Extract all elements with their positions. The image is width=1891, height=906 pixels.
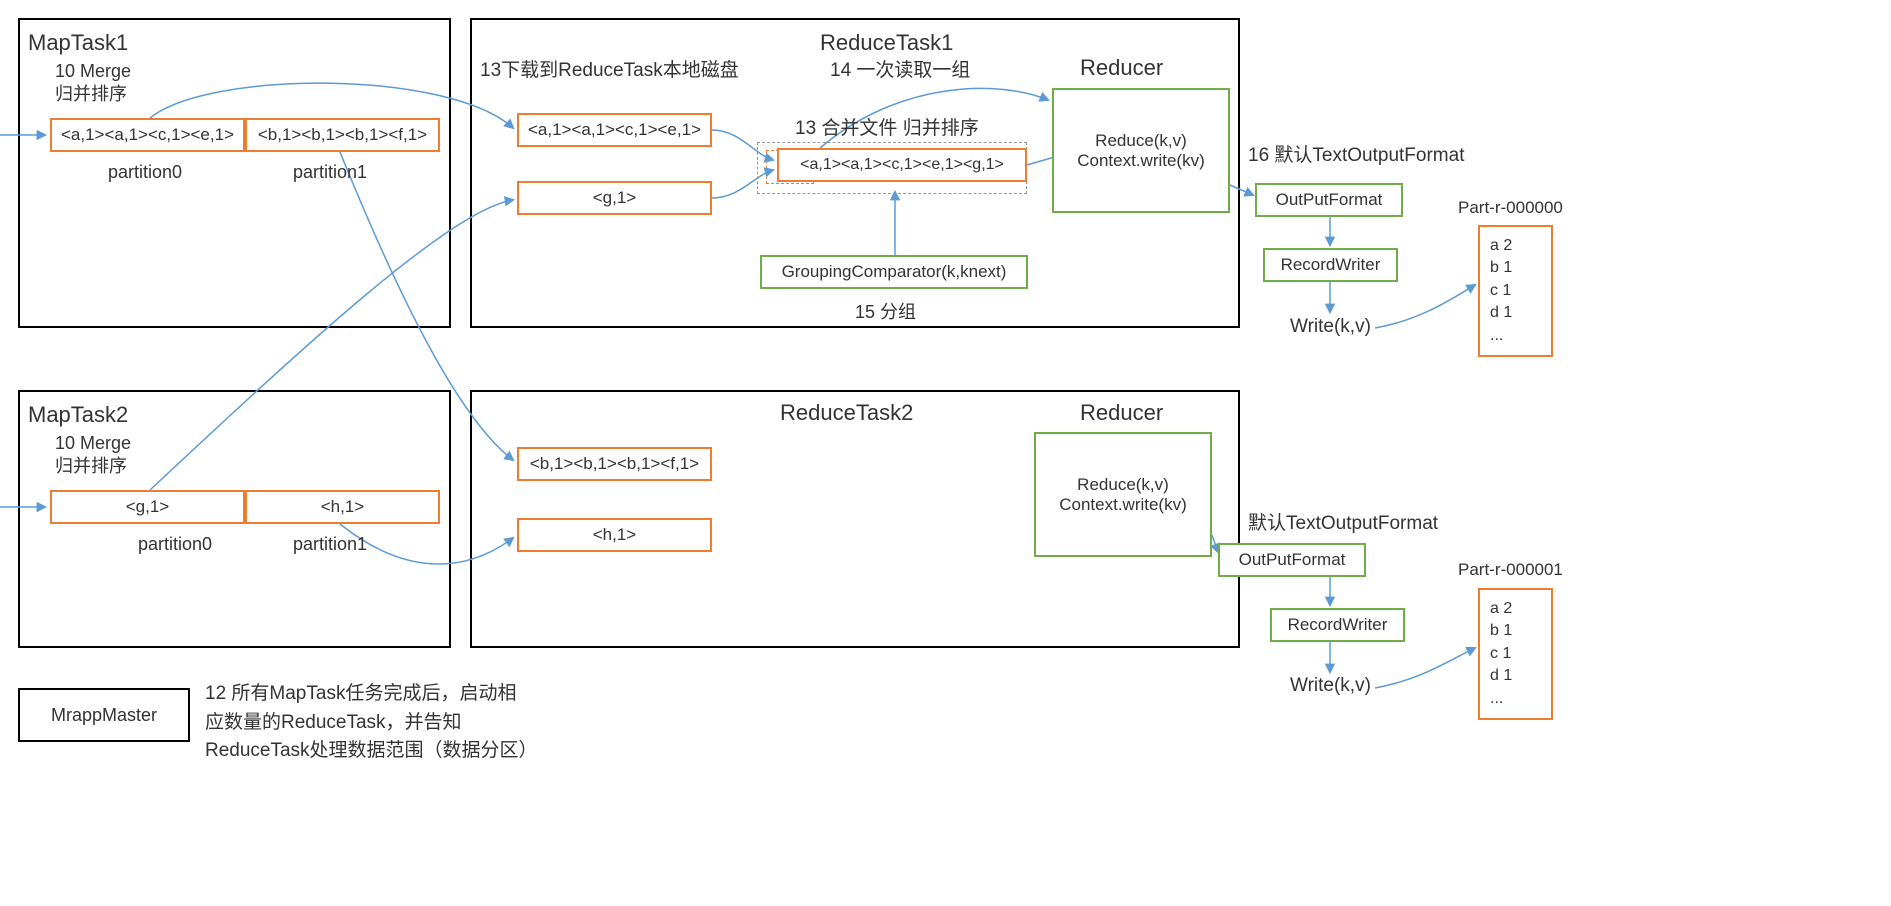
output-format-label-1: 16 默认TextOutputFormat xyxy=(1248,140,1464,167)
output-file-name-2: Part-r-000001 xyxy=(1458,560,1563,580)
reducetask1-merged: <a,1><a,1><c,1><e,1><g,1> xyxy=(777,148,1027,182)
mrappmaster-box: MrappMaster xyxy=(18,688,190,742)
reducer1-label: Reducer xyxy=(1080,55,1163,81)
mrappmaster-title: MrappMaster xyxy=(51,705,157,726)
mrappmaster-description: 12 所有MapTask任务完成后，启动相 应数量的ReduceTask，并告知… xyxy=(205,680,538,766)
output-file-content-1: a 2 b 1 c 1 d 1 ... xyxy=(1478,225,1553,357)
recordwriter-1: RecordWriter xyxy=(1263,248,1398,282)
output-file-content-2: a 2 b 1 c 1 d 1 ... xyxy=(1478,588,1553,720)
outputformat-2: OutPutFormat xyxy=(1218,543,1366,577)
reducer1-box: Reduce(k,v) Context.write(kv) xyxy=(1052,88,1230,213)
reducetask2-buffer1: <b,1><b,1><b,1><f,1> xyxy=(517,447,712,481)
reducetask1-readgroup-label: 14 一次读取一组 xyxy=(830,55,970,82)
output-format-label-2: 默认TextOutputFormat xyxy=(1248,508,1438,535)
maptask1-partition1-data: <b,1><b,1><b,1><f,1> xyxy=(245,118,440,152)
maptask1-partition0-data: <a,1><a,1><c,1><e,1> xyxy=(50,118,245,152)
maptask2-merge-label: 10 Merge 归并排序 xyxy=(55,432,131,479)
reducetask1-buffer1: <a,1><a,1><c,1><e,1> xyxy=(517,113,712,147)
maptask1-merge-label: 10 Merge 归并排序 xyxy=(55,60,131,107)
maptask2-title: MapTask2 xyxy=(28,402,128,428)
maptask1-partition0-label: partition0 xyxy=(108,162,182,183)
outputformat-1: OutPutFormat xyxy=(1255,183,1403,217)
reducetask1-download-label: 13下载到ReduceTask本地磁盘 xyxy=(480,55,739,82)
maptask2-partition1-data: <h,1> xyxy=(245,490,440,524)
output-file-name-1: Part-r-000000 xyxy=(1458,198,1563,218)
maptask1-title: MapTask1 xyxy=(28,30,128,56)
maptask2-partition1-label: partition1 xyxy=(293,534,367,555)
reducer2-label: Reducer xyxy=(1080,400,1163,426)
maptask2-partition0-label: partition0 xyxy=(138,534,212,555)
write-label-1: Write(k,v) xyxy=(1290,316,1371,338)
recordwriter-2: RecordWriter xyxy=(1270,608,1405,642)
reducer2-box: Reduce(k,v) Context.write(kv) xyxy=(1034,432,1212,557)
reducetask2-title: ReduceTask2 xyxy=(780,400,913,426)
reducetask1-buffer2: <g,1> xyxy=(517,181,712,215)
reducetask1-title: ReduceTask1 xyxy=(820,30,953,56)
maptask2-partition0-data: <g,1> xyxy=(50,490,245,524)
write-label-2: Write(k,v) xyxy=(1290,675,1371,697)
grouping-comparator: GroupingComparator(k,knext) xyxy=(760,255,1028,289)
reducetask1-merge-label: 13 合并文件 归并排序 xyxy=(795,113,979,140)
group-step-label: 15 分组 xyxy=(855,298,916,324)
maptask1-partition1-label: partition1 xyxy=(293,162,367,183)
reducetask2-buffer2: <h,1> xyxy=(517,518,712,552)
